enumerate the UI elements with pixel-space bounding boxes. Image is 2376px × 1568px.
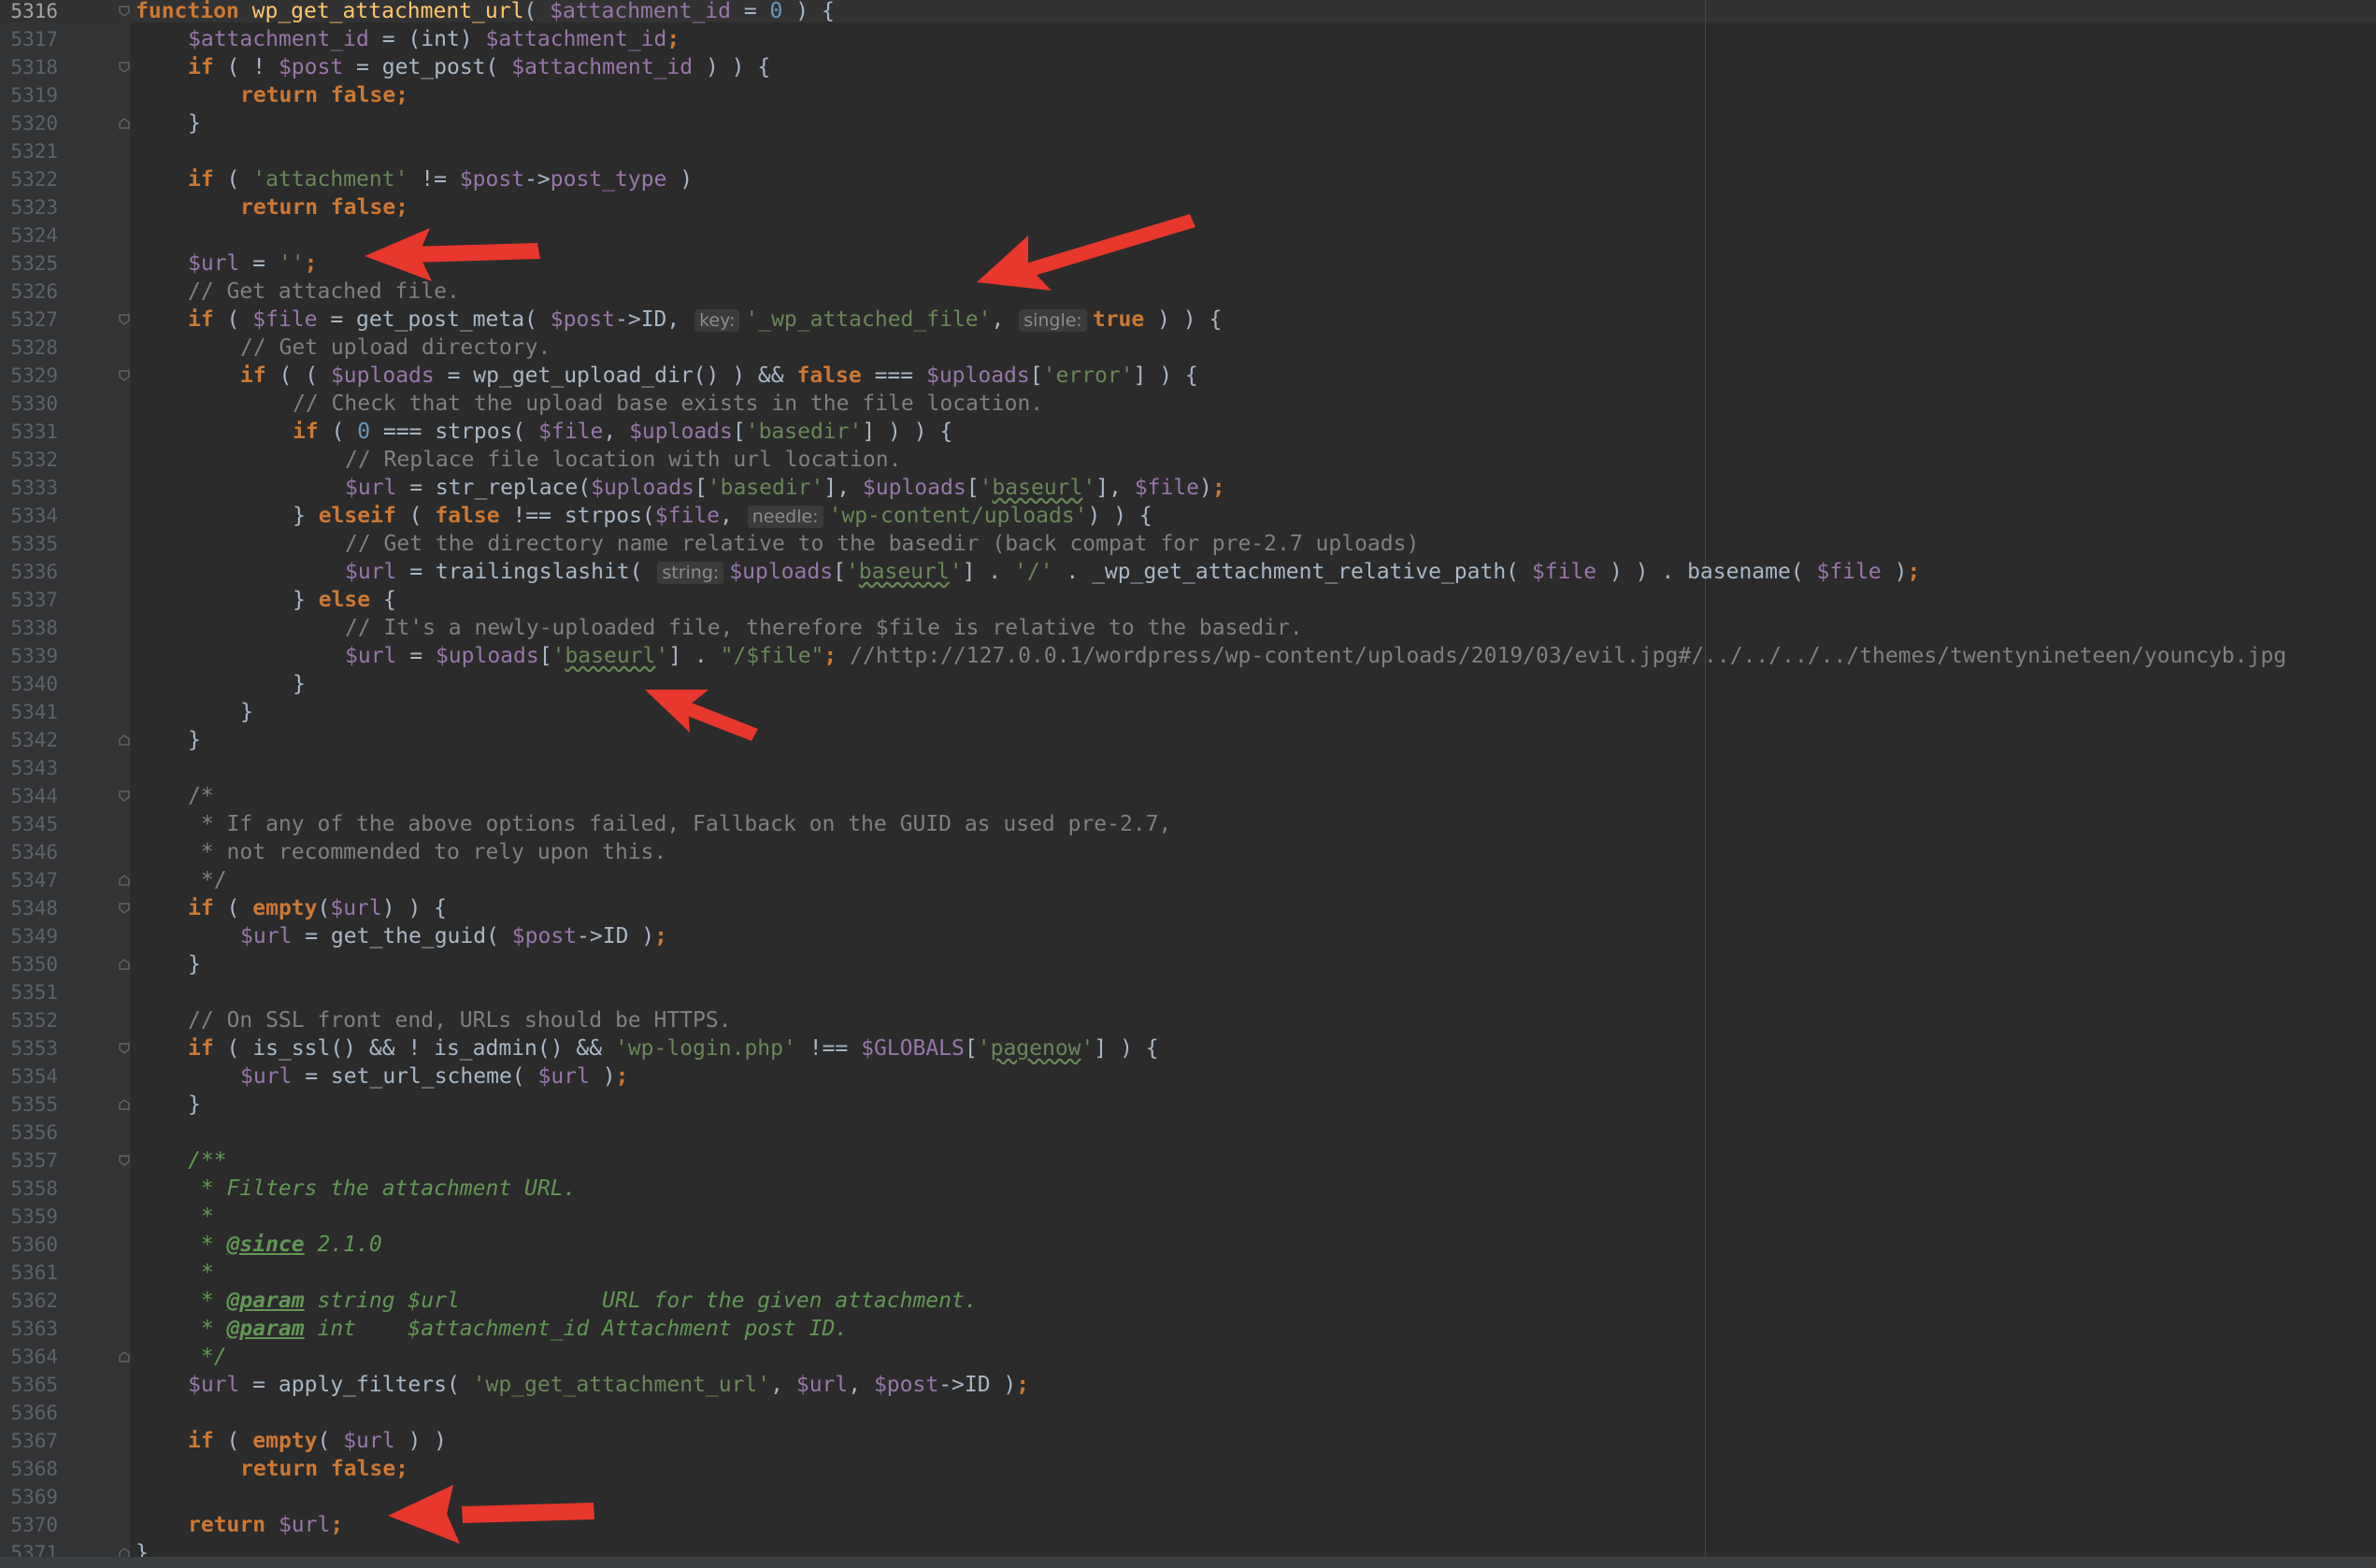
code-editor[interactable]: 5316 function wp_get_attachment_url( $att… [0, 0, 2376, 1568]
arrow-url-init [365, 228, 540, 281]
arrow-baseurl-concat [645, 690, 758, 741]
arrow-return-url [388, 1485, 594, 1544]
horizontal-scrollbar[interactable] [0, 1557, 2376, 1568]
arrow-attached-file [977, 214, 1195, 291]
annotation-overlay [365, 214, 1195, 1544]
